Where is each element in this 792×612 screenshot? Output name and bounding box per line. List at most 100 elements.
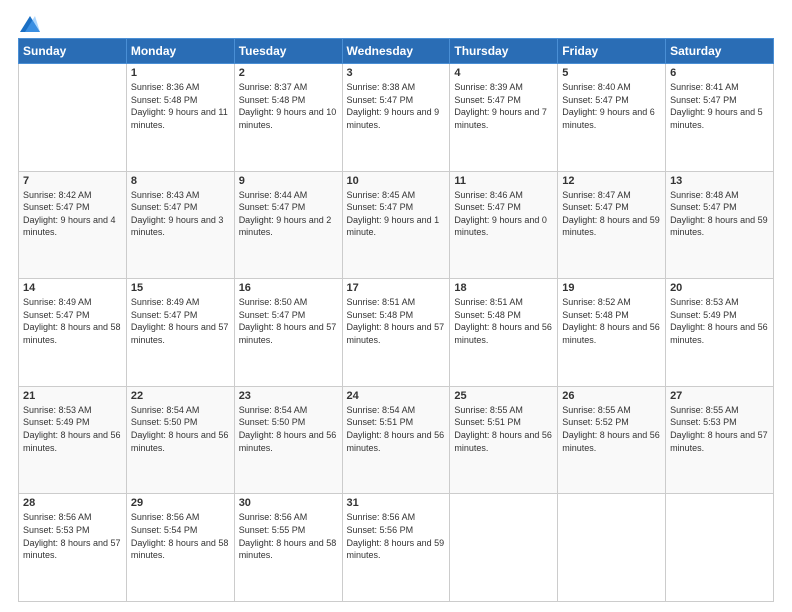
day-number: 28 xyxy=(23,497,122,509)
weekday-header-row: SundayMondayTuesdayWednesdayThursdayFrid… xyxy=(19,39,774,64)
day-number: 17 xyxy=(347,282,446,294)
cell-info: Sunrise: 8:46 AMSunset: 5:47 PMDaylight:… xyxy=(454,189,553,239)
weekday-header: Friday xyxy=(558,39,666,64)
day-number: 26 xyxy=(562,390,661,402)
calendar-cell: 21 Sunrise: 8:53 AMSunset: 5:49 PMDayligh… xyxy=(19,386,127,494)
calendar-cell: 28 Sunrise: 8:56 AMSunset: 5:53 PMDayligh… xyxy=(19,494,127,602)
day-number: 8 xyxy=(131,175,230,187)
day-number: 13 xyxy=(670,175,769,187)
calendar-cell: 31Sunrise: 8:56 AMSunset: 5:56 PMDayligh… xyxy=(342,494,450,602)
calendar-cell: 6Sunrise: 8:41 AMSunset: 5:47 PMDaylight… xyxy=(666,64,774,172)
calendar-cell: 3 Sunrise: 8:38 AMSunset: 5:47 PMDaylight… xyxy=(342,64,450,172)
cell-info: Sunrise: 8:53 AMSunset: 5:49 PMDaylight:… xyxy=(23,404,122,454)
cell-info: Sunrise: 8:55 AMSunset: 5:51 PMDaylight:… xyxy=(454,404,553,454)
logo-icon xyxy=(20,16,40,32)
calendar-week-row: 21 Sunrise: 8:53 AMSunset: 5:49 PMDayligh… xyxy=(19,386,774,494)
day-number: 3 xyxy=(347,67,446,79)
calendar-table: SundayMondayTuesdayWednesdayThursdayFrid… xyxy=(18,38,774,602)
calendar-cell: 2 Sunrise: 8:37 AMSunset: 5:48 PMDaylight… xyxy=(234,64,342,172)
cell-info: Sunrise: 8:47 AMSunset: 5:47 PMDaylight:… xyxy=(562,189,661,239)
day-number: 27 xyxy=(670,390,769,402)
cell-info: Sunrise: 8:43 AMSunset: 5:47 PMDaylight:… xyxy=(131,189,230,239)
cell-info: Sunrise: 8:45 AMSunset: 5:47 PMDaylight:… xyxy=(347,189,446,239)
cell-info: Sunrise: 8:39 AMSunset: 5:47 PMDaylight:… xyxy=(454,81,553,131)
day-number: 23 xyxy=(239,390,338,402)
calendar-cell: 26 Sunrise: 8:55 AMSunset: 5:52 PMDayligh… xyxy=(558,386,666,494)
day-number: 30 xyxy=(239,497,338,509)
cell-info: Sunrise: 8:50 AMSunset: 5:47 PMDaylight:… xyxy=(239,296,338,346)
day-number: 21 xyxy=(23,390,122,402)
calendar-cell xyxy=(666,494,774,602)
calendar-cell: 1Sunrise: 8:36 AMSunset: 5:48 PMDaylight… xyxy=(126,64,234,172)
calendar-cell: 25 Sunrise: 8:55 AMSunset: 5:51 PMDayligh… xyxy=(450,386,558,494)
cell-info: Sunrise: 8:36 AMSunset: 5:48 PMDaylight:… xyxy=(131,81,230,131)
cell-info: Sunrise: 8:49 AMSunset: 5:47 PMDaylight:… xyxy=(23,296,122,346)
calendar-cell: 20Sunrise: 8:53 AMSunset: 5:49 PMDayligh… xyxy=(666,279,774,387)
calendar-cell: 5 Sunrise: 8:40 AMSunset: 5:47 PMDaylight… xyxy=(558,64,666,172)
day-number: 29 xyxy=(131,497,230,509)
calendar-cell: 12 Sunrise: 8:47 AMSunset: 5:47 PMDayligh… xyxy=(558,171,666,279)
calendar-cell: 8 Sunrise: 8:43 AMSunset: 5:47 PMDaylight… xyxy=(126,171,234,279)
calendar-cell: 14 Sunrise: 8:49 AMSunset: 5:47 PMDayligh… xyxy=(19,279,127,387)
cell-info: Sunrise: 8:51 AMSunset: 5:48 PMDaylight:… xyxy=(347,296,446,346)
day-number: 16 xyxy=(239,282,338,294)
calendar-cell: 13 Sunrise: 8:48 AMSunset: 5:47 PMDayligh… xyxy=(666,171,774,279)
cell-info: Sunrise: 8:55 AMSunset: 5:52 PMDaylight:… xyxy=(562,404,661,454)
day-number: 10 xyxy=(347,175,446,187)
weekday-header: Saturday xyxy=(666,39,774,64)
cell-info: Sunrise: 8:56 AMSunset: 5:53 PMDaylight:… xyxy=(23,511,122,561)
weekday-header: Sunday xyxy=(19,39,127,64)
cell-info: Sunrise: 8:38 AMSunset: 5:47 PMDaylight:… xyxy=(347,81,446,131)
calendar-cell: 19 Sunrise: 8:52 AMSunset: 5:48 PMDayligh… xyxy=(558,279,666,387)
day-number: 25 xyxy=(454,390,553,402)
cell-info: Sunrise: 8:51 AMSunset: 5:48 PMDaylight:… xyxy=(454,296,553,346)
day-number: 2 xyxy=(239,67,338,79)
calendar-cell: 22Sunrise: 8:54 AMSunset: 5:50 PMDayligh… xyxy=(126,386,234,494)
weekday-header: Thursday xyxy=(450,39,558,64)
cell-info: Sunrise: 8:42 AMSunset: 5:47 PMDaylight:… xyxy=(23,189,122,239)
cell-info: Sunrise: 8:44 AMSunset: 5:47 PMDaylight:… xyxy=(239,189,338,239)
day-number: 18 xyxy=(454,282,553,294)
calendar-week-row: 14 Sunrise: 8:49 AMSunset: 5:47 PMDayligh… xyxy=(19,279,774,387)
calendar-cell: 29 Sunrise: 8:56 AMSunset: 5:54 PMDayligh… xyxy=(126,494,234,602)
calendar-cell: 16 Sunrise: 8:50 AMSunset: 5:47 PMDayligh… xyxy=(234,279,342,387)
cell-info: Sunrise: 8:54 AMSunset: 5:50 PMDaylight:… xyxy=(131,404,230,454)
cell-info: Sunrise: 8:40 AMSunset: 5:47 PMDaylight:… xyxy=(562,81,661,131)
cell-info: Sunrise: 8:54 AMSunset: 5:50 PMDaylight:… xyxy=(239,404,338,454)
calendar-cell: 10 Sunrise: 8:45 AMSunset: 5:47 PMDayligh… xyxy=(342,171,450,279)
calendar-cell: 18 Sunrise: 8:51 AMSunset: 5:48 PMDayligh… xyxy=(450,279,558,387)
calendar-cell xyxy=(558,494,666,602)
day-number: 7 xyxy=(23,175,122,187)
day-number: 4 xyxy=(454,67,553,79)
weekday-header: Monday xyxy=(126,39,234,64)
cell-info: Sunrise: 8:56 AMSunset: 5:55 PMDaylight:… xyxy=(239,511,338,561)
day-number: 12 xyxy=(562,175,661,187)
weekday-header: Tuesday xyxy=(234,39,342,64)
cell-info: Sunrise: 8:56 AMSunset: 5:56 PMDaylight:… xyxy=(347,511,446,561)
cell-info: Sunrise: 8:49 AMSunset: 5:47 PMDaylight:… xyxy=(131,296,230,346)
calendar-week-row: 28 Sunrise: 8:56 AMSunset: 5:53 PMDayligh… xyxy=(19,494,774,602)
cell-info: Sunrise: 8:55 AMSunset: 5:53 PMDaylight:… xyxy=(670,404,769,454)
day-number: 14 xyxy=(23,282,122,294)
calendar-cell: 15 Sunrise: 8:49 AMSunset: 5:47 PMDayligh… xyxy=(126,279,234,387)
cell-info: Sunrise: 8:48 AMSunset: 5:47 PMDaylight:… xyxy=(670,189,769,239)
calendar-cell xyxy=(450,494,558,602)
calendar-cell: 27 Sunrise: 8:55 AMSunset: 5:53 PMDayligh… xyxy=(666,386,774,494)
calendar-cell: 4 Sunrise: 8:39 AMSunset: 5:47 PMDaylight… xyxy=(450,64,558,172)
header xyxy=(18,16,774,28)
day-number: 19 xyxy=(562,282,661,294)
calendar-cell: 7 Sunrise: 8:42 AMSunset: 5:47 PMDaylight… xyxy=(19,171,127,279)
logo xyxy=(18,16,40,28)
cell-info: Sunrise: 8:56 AMSunset: 5:54 PMDaylight:… xyxy=(131,511,230,561)
page: SundayMondayTuesdayWednesdayThursdayFrid… xyxy=(0,0,792,612)
cell-info: Sunrise: 8:37 AMSunset: 5:48 PMDaylight:… xyxy=(239,81,338,131)
cell-info: Sunrise: 8:52 AMSunset: 5:48 PMDaylight:… xyxy=(562,296,661,346)
weekday-header: Wednesday xyxy=(342,39,450,64)
day-number: 6 xyxy=(670,67,769,79)
calendar-week-row: 1Sunrise: 8:36 AMSunset: 5:48 PMDaylight… xyxy=(19,64,774,172)
calendar-cell xyxy=(19,64,127,172)
day-number: 15 xyxy=(131,282,230,294)
day-number: 24 xyxy=(347,390,446,402)
day-number: 5 xyxy=(562,67,661,79)
cell-info: Sunrise: 8:54 AMSunset: 5:51 PMDaylight:… xyxy=(347,404,446,454)
